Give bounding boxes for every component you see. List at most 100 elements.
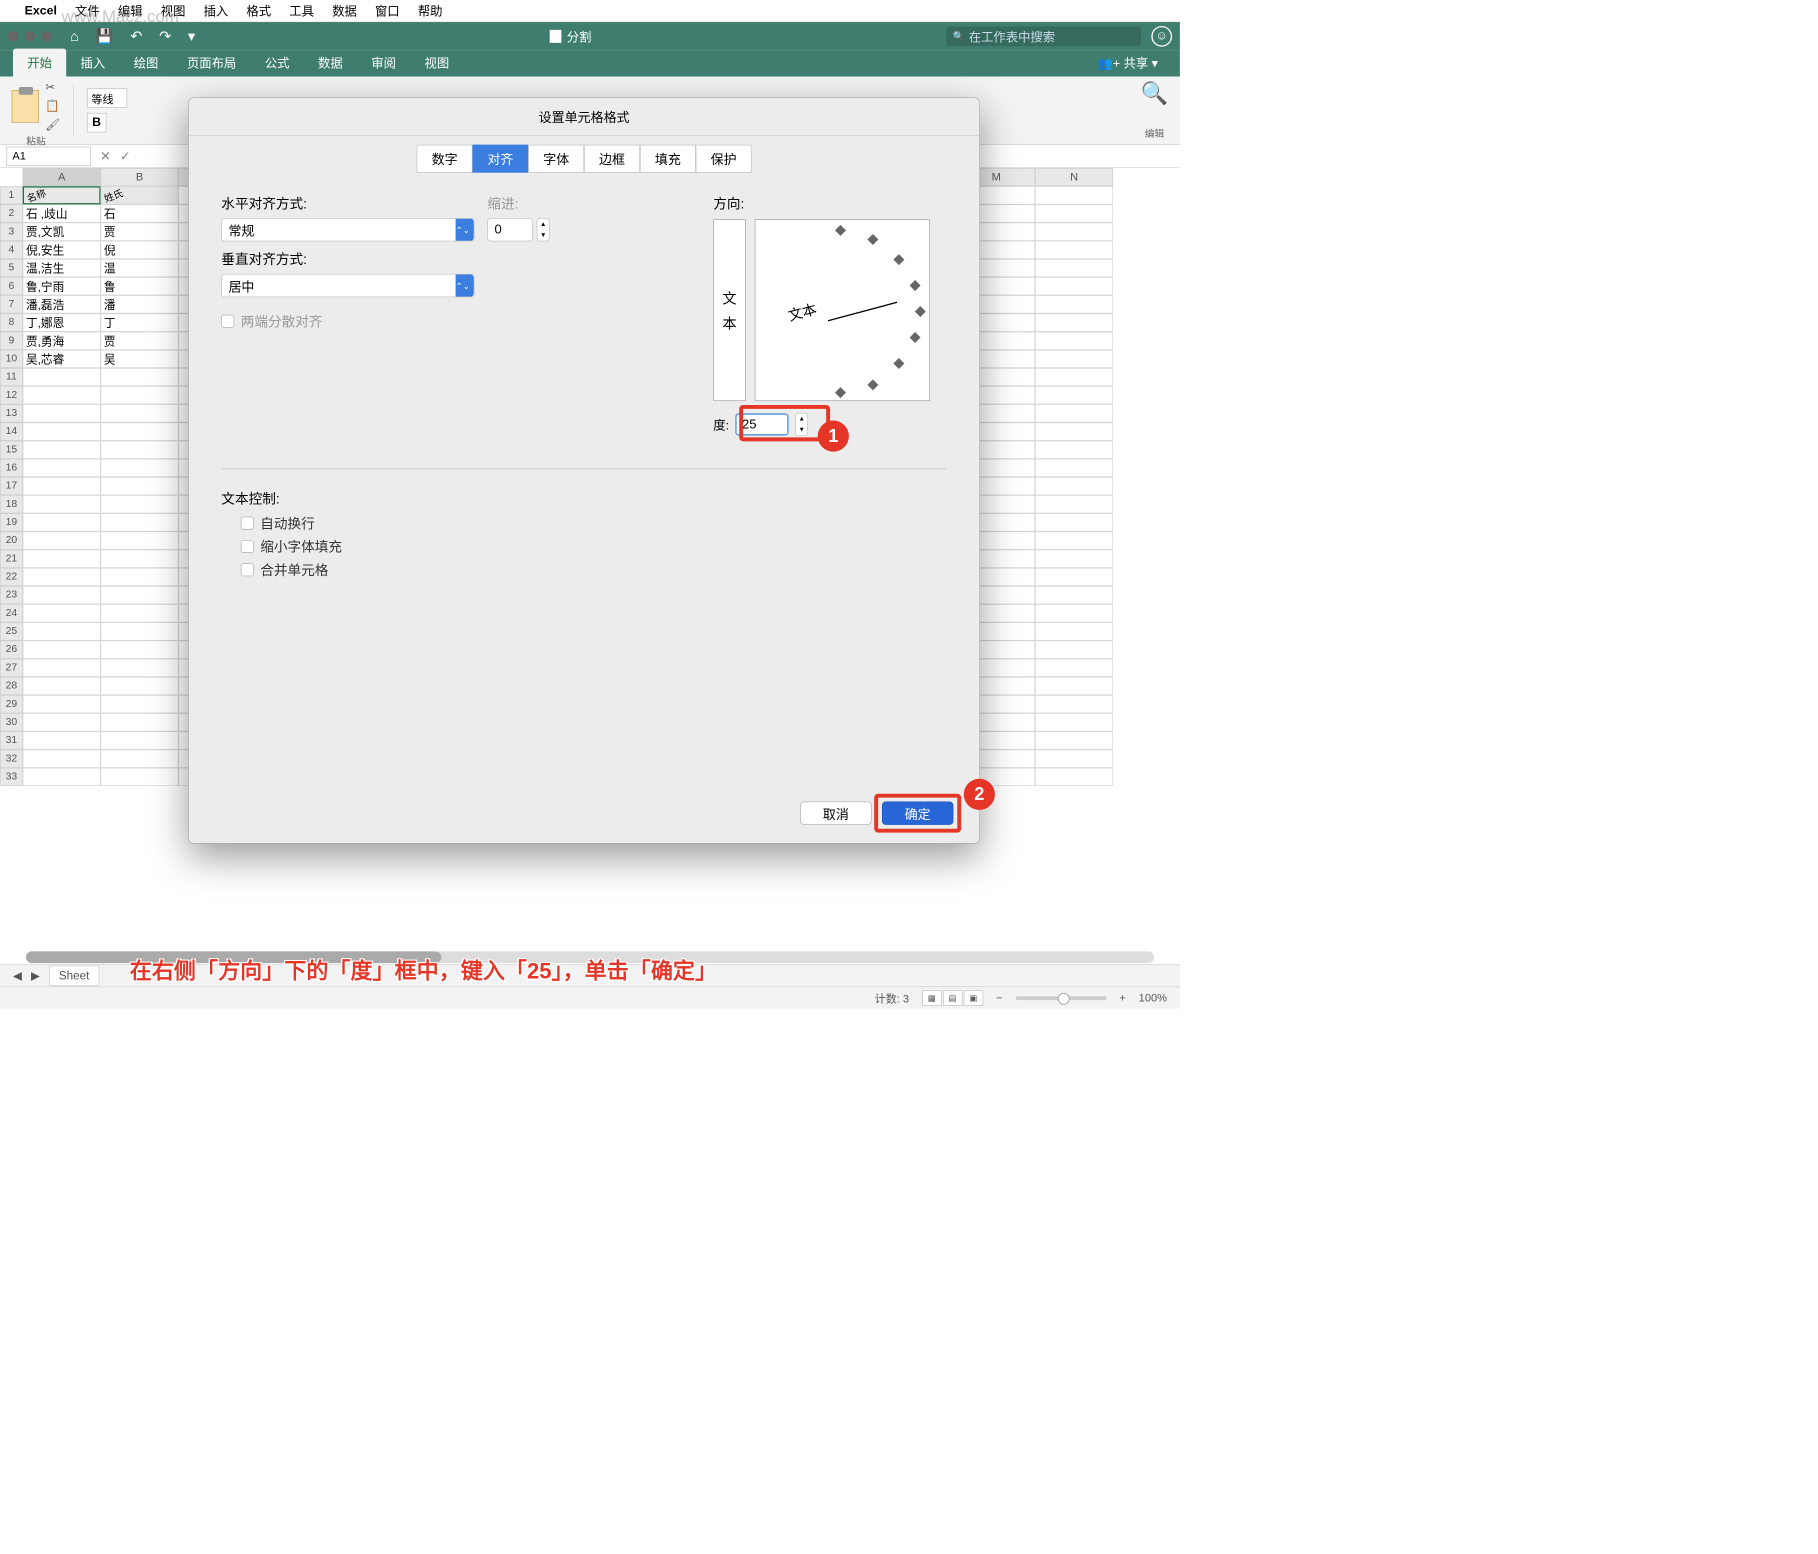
cell[interactable] xyxy=(101,750,179,768)
cell[interactable] xyxy=(1035,622,1113,640)
merge-checkbox[interactable] xyxy=(241,563,254,576)
cell[interactable] xyxy=(101,459,179,477)
cell[interactable] xyxy=(23,695,101,713)
row-header[interactable]: 13 xyxy=(0,404,23,422)
tab-data[interactable]: 数据 xyxy=(304,49,357,77)
row-header[interactable]: 18 xyxy=(0,495,23,513)
row-header[interactable]: 27 xyxy=(0,659,23,677)
cell[interactable] xyxy=(23,532,101,550)
cell[interactable] xyxy=(1035,713,1113,731)
cell[interactable] xyxy=(1035,241,1113,259)
cell[interactable] xyxy=(1035,477,1113,495)
user-icon[interactable]: ☺ xyxy=(1151,26,1172,47)
row-header[interactable]: 17 xyxy=(0,477,23,495)
row-header[interactable]: 3 xyxy=(0,223,23,241)
cell[interactable]: 吴,芯睿 xyxy=(23,350,101,368)
cell[interactable] xyxy=(23,459,101,477)
dtab-number[interactable]: 数字 xyxy=(417,145,473,173)
tab-draw[interactable]: 绘图 xyxy=(119,49,172,77)
h-align-select[interactable]: 常规 xyxy=(221,218,474,241)
cell[interactable] xyxy=(101,477,179,495)
cell[interactable]: 贾 xyxy=(101,332,179,350)
cell[interactable] xyxy=(1035,731,1113,749)
cell[interactable] xyxy=(23,713,101,731)
cell[interactable] xyxy=(23,604,101,622)
cell[interactable] xyxy=(1035,223,1113,241)
cell[interactable] xyxy=(23,368,101,386)
row-header[interactable]: 8 xyxy=(0,313,23,331)
format-painter-icon[interactable]: 🖌 xyxy=(45,118,60,132)
cell[interactable] xyxy=(101,441,179,459)
cell[interactable] xyxy=(1035,295,1113,313)
row-header[interactable]: 4 xyxy=(0,241,23,259)
row-header[interactable]: 21 xyxy=(0,550,23,568)
row-header[interactable]: 15 xyxy=(0,441,23,459)
cell[interactable] xyxy=(1035,459,1113,477)
row-header[interactable]: 7 xyxy=(0,295,23,313)
cell[interactable]: 温 xyxy=(101,259,179,277)
cell[interactable]: 贾,勇海 xyxy=(23,332,101,350)
row-header[interactable]: 1 xyxy=(0,186,23,204)
row-header[interactable]: 26 xyxy=(0,641,23,659)
cell[interactable] xyxy=(1035,313,1113,331)
cell[interactable] xyxy=(101,641,179,659)
cell[interactable] xyxy=(23,659,101,677)
vertical-text-button[interactable]: 文本 xyxy=(713,219,745,401)
confirm-formula-icon[interactable]: ✓ xyxy=(120,148,131,164)
row-header[interactable]: 11 xyxy=(0,368,23,386)
cell[interactable] xyxy=(23,441,101,459)
cancel-button[interactable]: 取消 xyxy=(800,802,871,825)
row-header[interactable]: 24 xyxy=(0,604,23,622)
cell[interactable] xyxy=(23,622,101,640)
cell[interactable] xyxy=(23,513,101,531)
cell[interactable] xyxy=(1035,368,1113,386)
menu-window[interactable]: 窗口 xyxy=(375,2,400,20)
col-header[interactable]: A xyxy=(23,168,101,186)
cell[interactable]: 姓氏 xyxy=(101,186,179,204)
undo-icon[interactable]: ↶ xyxy=(130,28,142,45)
cell[interactable] xyxy=(23,568,101,586)
cell[interactable]: 丁,娜恩 xyxy=(23,313,101,331)
menu-app[interactable]: Excel xyxy=(25,4,57,18)
cell[interactable] xyxy=(1035,186,1113,204)
row-header[interactable]: 23 xyxy=(0,586,23,604)
page-layout-icon[interactable]: ▤ xyxy=(943,990,962,1006)
sheet-tab[interactable]: Sheet xyxy=(49,966,99,986)
cell[interactable]: 石 xyxy=(101,204,179,222)
share-button[interactable]: 👥+ 共享 ▾ xyxy=(1088,49,1166,77)
cell[interactable]: 丁 xyxy=(101,313,179,331)
cell[interactable] xyxy=(1035,568,1113,586)
cell[interactable] xyxy=(101,422,179,440)
row-header[interactable]: 5 xyxy=(0,259,23,277)
cell[interactable] xyxy=(101,368,179,386)
zoom-in-icon[interactable]: + xyxy=(1119,991,1125,1004)
cell[interactable] xyxy=(101,386,179,404)
cell[interactable]: 吴 xyxy=(101,350,179,368)
cell[interactable] xyxy=(1035,513,1113,531)
row-header[interactable]: 10 xyxy=(0,350,23,368)
cell[interactable] xyxy=(1035,204,1113,222)
bold-button[interactable]: B xyxy=(87,113,106,132)
cut-icon[interactable]: ✂ xyxy=(45,80,60,94)
cell[interactable] xyxy=(1035,259,1113,277)
tab-home[interactable]: 开始 xyxy=(13,49,66,77)
cell[interactable]: 鲁,宁雨 xyxy=(23,277,101,295)
row-header[interactable]: 29 xyxy=(0,695,23,713)
cell[interactable] xyxy=(23,550,101,568)
tab-review[interactable]: 审阅 xyxy=(357,49,410,77)
row-header[interactable]: 19 xyxy=(0,513,23,531)
cell[interactable] xyxy=(101,622,179,640)
menu-insert[interactable]: 插入 xyxy=(204,2,229,20)
cell[interactable] xyxy=(1035,768,1113,786)
row-header[interactable]: 33 xyxy=(0,768,23,786)
cell[interactable]: 潘 xyxy=(101,295,179,313)
cell[interactable] xyxy=(1035,532,1113,550)
cell[interactable] xyxy=(1035,750,1113,768)
cell[interactable] xyxy=(1035,659,1113,677)
cell[interactable] xyxy=(1035,641,1113,659)
shrink-checkbox[interactable] xyxy=(241,540,254,553)
cell[interactable] xyxy=(101,550,179,568)
cell[interactable] xyxy=(101,695,179,713)
cell[interactable]: 名称 xyxy=(23,186,101,204)
cell[interactable] xyxy=(1035,277,1113,295)
